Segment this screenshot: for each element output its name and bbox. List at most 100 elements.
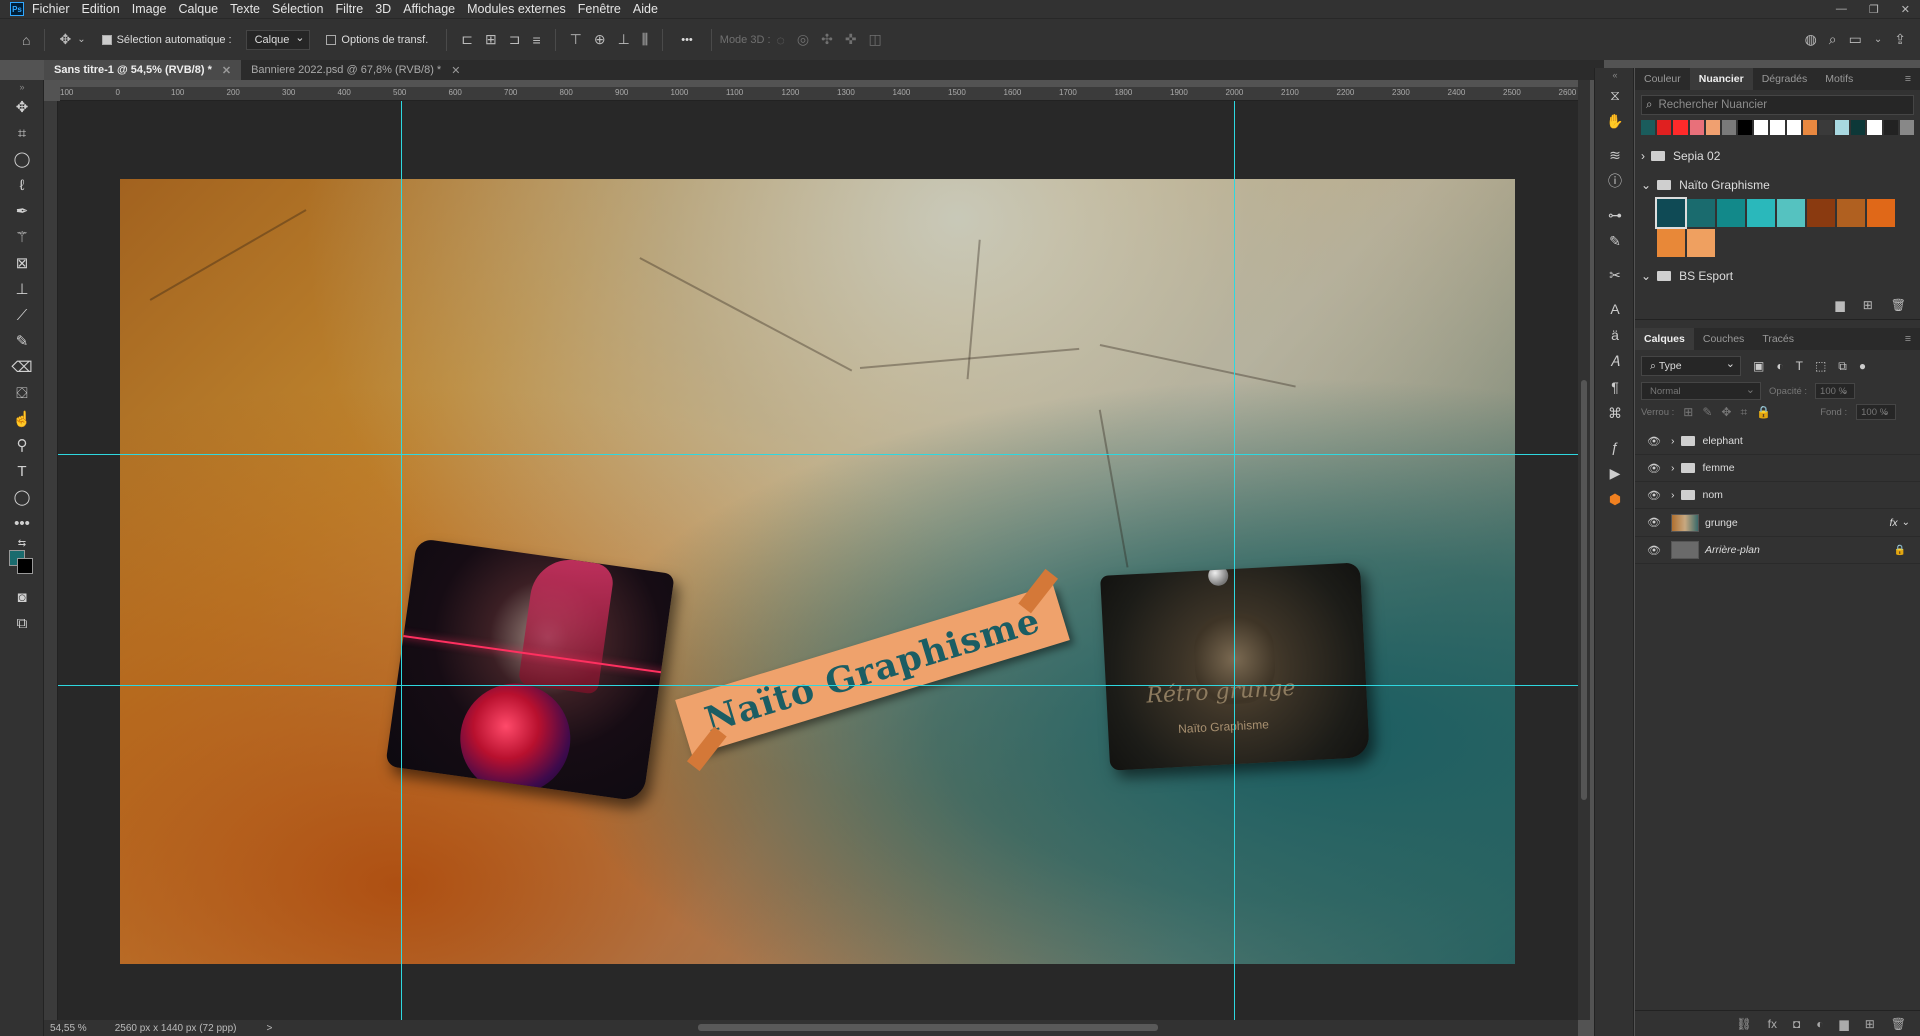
tab-degrades[interactable]: Dégradés [1753, 68, 1817, 90]
move-tool-icon[interactable]: ✥ [0, 94, 44, 120]
color-swatch[interactable] [1883, 120, 1898, 135]
history-icon[interactable]: ⧖ [1595, 82, 1635, 108]
panel-menu-icon[interactable]: ≡ [1896, 328, 1920, 350]
tab-traces[interactable]: Tracés [1753, 328, 1803, 350]
color-swatch[interactable] [1717, 199, 1745, 227]
color-swatch[interactable] [1657, 120, 1672, 135]
slide-3d-icon[interactable]: ✜ [845, 31, 857, 48]
lock-transparent-icon[interactable]: ⊞ [1683, 405, 1693, 419]
frame-tool-icon[interactable]: ⊠ [0, 250, 44, 276]
tab-couleur[interactable]: Couleur [1635, 68, 1690, 90]
swap-colors-icon[interactable]: ⇆ [0, 536, 44, 550]
minimize-icon[interactable]: — [1836, 3, 1847, 15]
paint-bucket-icon[interactable]: ⛋ [0, 380, 44, 406]
filter-shape-icon[interactable]: ⬚ [1815, 359, 1826, 373]
align-center-h-icon[interactable]: ⊞ [485, 31, 497, 48]
menu-3d[interactable]: 3D [375, 2, 391, 16]
color-swatch[interactable] [1867, 120, 1882, 135]
swatch-group-bs-esport[interactable]: ⌄ BS Esport [1635, 261, 1920, 290]
scroll-thumb[interactable] [1581, 380, 1587, 800]
chevron-right-icon[interactable]: › [1671, 489, 1675, 501]
stamp-tool-icon[interactable]: ⊥ [0, 276, 44, 302]
transform-options-checkbox[interactable] [326, 34, 337, 45]
crop-tool-icon[interactable]: ⌗ [0, 120, 44, 146]
zoom-level[interactable]: 54,55 % [50, 1023, 87, 1034]
paragraph-styles-icon[interactable]: ⌘ [1595, 400, 1635, 426]
color-swatch[interactable] [1777, 199, 1805, 227]
swatch-group-naito[interactable]: ⌄ Naïto Graphisme [1635, 170, 1920, 199]
trash-icon[interactable]: 🗑 [1891, 1017, 1906, 1031]
clone-source-icon[interactable]: ✂ [1595, 262, 1635, 288]
actions-play-icon[interactable]: ▶ [1595, 460, 1635, 486]
export-icon[interactable]: ⇪ [1894, 31, 1906, 48]
close-icon[interactable]: ✕ [451, 64, 460, 77]
roll-3d-icon[interactable]: ◎ [797, 31, 809, 48]
more-tools-icon[interactable]: ••• [0, 510, 44, 536]
menu-aide[interactable]: Aide [633, 2, 658, 16]
lock-position-icon[interactable]: ✥ [1721, 405, 1731, 419]
auto-select-dropdown[interactable]: Calque [245, 29, 311, 50]
status-menu-arrow[interactable]: > [266, 1023, 272, 1034]
tab-motifs[interactable]: Motifs [1816, 68, 1862, 90]
chevron-right-icon[interactable]: › [1671, 435, 1675, 447]
color-swatch[interactable] [1770, 120, 1785, 135]
color-swatch[interactable] [1899, 120, 1914, 135]
tab-sans-titre[interactable]: Sans titre-1 @ 54,5% (RVB/8) * ✕ [44, 60, 242, 80]
color-swatch[interactable] [1687, 199, 1715, 227]
lock-artboard-icon[interactable]: ⌗ [1740, 405, 1747, 420]
tab-banniere[interactable]: Banniere 2022.psd @ 67,8% (RVB/8) * ✕ [241, 60, 470, 80]
filter-type-icon[interactable]: T [1796, 359, 1803, 373]
menu-fenetre[interactable]: Fenêtre [578, 2, 621, 16]
eye-icon[interactable]: 👁 [1643, 462, 1665, 475]
color-swatch[interactable] [1747, 199, 1775, 227]
new-group-icon[interactable]: ▆ [1839, 1017, 1848, 1031]
chevron-right-icon[interactable]: › [1671, 462, 1675, 474]
styles-fx-icon[interactable]: ƒ [1595, 434, 1635, 460]
filter-adjust-icon[interactable]: ◐ [1776, 359, 1783, 373]
eye-icon[interactable]: 👁 [1643, 435, 1665, 448]
fill-input[interactable]: 100 % [1856, 404, 1897, 420]
auto-select-checkbox[interactable] [101, 34, 112, 45]
dodge-tool-icon[interactable]: ⚲ [0, 432, 44, 458]
add-style-fx-icon[interactable]: fx [1768, 1017, 1777, 1031]
close-window-icon[interactable]: ✕ [1901, 3, 1910, 16]
color-swatch[interactable] [1754, 120, 1769, 135]
guide-vertical[interactable] [1234, 101, 1235, 1021]
color-swatch[interactable] [1657, 229, 1685, 257]
blend-mode-dropdown[interactable]: Normal [1641, 382, 1761, 400]
swatch-group-sepia[interactable]: › Sepia 02 [1635, 141, 1920, 170]
more-options-button[interactable]: ••• [681, 34, 693, 46]
color-swatch[interactable] [1807, 199, 1835, 227]
horizontal-scrollbar[interactable] [286, 1020, 1578, 1036]
color-swatch[interactable] [1721, 120, 1737, 135]
color-swatch[interactable] [1818, 120, 1834, 135]
trash-icon[interactable]: 🗑 [1891, 298, 1906, 312]
collapse-icon[interactable]: » [0, 80, 44, 94]
layer-fx-badge[interactable]: fx [1889, 517, 1897, 529]
color-swatch[interactable] [1655, 197, 1687, 229]
link-layers-icon[interactable]: ⛓ [1736, 1017, 1751, 1031]
type-tool-icon[interactable]: T [0, 458, 44, 484]
workspace-icon[interactable]: ▭ [1849, 31, 1862, 48]
distribute-h-icon[interactable]: ≡ [532, 32, 540, 48]
guide-horizontal[interactable] [58, 454, 1578, 455]
layer-row-arriere-plan[interactable]: 👁 Arrière-plan 🔒 [1635, 537, 1920, 564]
eraser-tool-icon[interactable]: ⌫ [0, 354, 44, 380]
adjustment-layer-icon[interactable]: ◐ [1816, 1017, 1823, 1031]
menu-modules-externes[interactable]: Modules externes [467, 2, 566, 16]
filter-pixel-icon[interactable]: ▣ [1753, 359, 1764, 373]
adjustments-icon[interactable]: ≋ [1595, 142, 1635, 168]
search-icon[interactable]: ⌕ [1829, 31, 1837, 48]
color-swatch[interactable] [1802, 120, 1817, 135]
properties-icon[interactable]: ⊶ [1595, 202, 1635, 228]
lock-icon[interactable]: 🔒 [1894, 545, 1906, 556]
filter-smart-icon[interactable]: ⧉ [1838, 359, 1847, 374]
color-swatch[interactable] [1837, 199, 1865, 227]
color-swatch[interactable] [1689, 120, 1704, 135]
align-bottom-icon[interactable]: ⊥ [618, 31, 630, 48]
menu-filtre[interactable]: Filtre [335, 2, 363, 16]
align-right-icon[interactable]: ⊐ [509, 31, 521, 48]
distribute-v-icon[interactable]: ⫼ [642, 31, 648, 48]
pen-tool-icon[interactable]: ✒ [0, 198, 44, 224]
layer-row-femme[interactable]: 👁 › femme [1635, 455, 1920, 482]
